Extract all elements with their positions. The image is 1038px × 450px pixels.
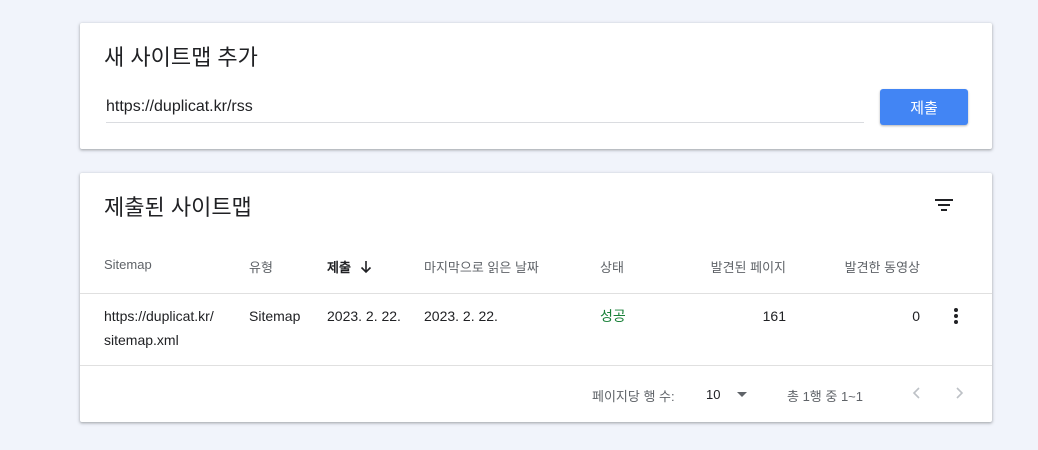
sitemap-url-field (106, 94, 864, 123)
sitemap-url-line2: sitemap.xml (104, 332, 179, 348)
column-header-type[interactable]: 유형 (249, 257, 273, 276)
status-cell: 성공 (600, 308, 626, 324)
column-header-videos[interactable]: 발견한 동영상 (810, 257, 920, 276)
submitted-sitemaps-title: 제출된 사이트맵 (104, 195, 252, 220)
arrow-down-icon (359, 260, 373, 274)
rows-per-page-value: 10 (706, 386, 721, 402)
more-vert-icon[interactable] (946, 304, 966, 328)
column-header-pages[interactable]: 발견된 페이지 (676, 257, 786, 276)
pagination-range: 총 1행 중 1~1 (787, 389, 863, 404)
column-header-submitted[interactable]: 제출 (327, 257, 373, 276)
column-header-label: 발견된 페이지 (710, 260, 786, 275)
column-header-label: Sitemap (104, 257, 152, 272)
header-divider (80, 293, 992, 294)
type-cell: Sitemap (249, 308, 301, 324)
dropdown-caret-icon (736, 387, 748, 402)
column-header-sitemap[interactable]: Sitemap (104, 257, 152, 272)
column-header-label: 제출 (327, 260, 351, 275)
submit-button[interactable]: 제출 (880, 89, 968, 125)
submitted-date-cell: 2023. 2. 22. (327, 308, 401, 324)
add-sitemap-card: 새 사이트맵 추가 제출 (80, 23, 992, 149)
submitted-sitemaps-card: 제출된 사이트맵 Sitemap 유형 제출 마지막으로 읽은 날짜 상태 발견… (80, 173, 992, 422)
row-divider (80, 365, 992, 366)
sitemap-url-line1: https://duplicat.kr/ (104, 308, 214, 324)
chevron-right-icon[interactable] (948, 381, 972, 405)
sitemap-url-input[interactable] (106, 94, 864, 120)
filter-icon[interactable] (932, 193, 956, 217)
column-header-last-read[interactable]: 마지막으로 읽은 날짜 (424, 257, 539, 276)
last-read-cell: 2023. 2. 22. (424, 308, 498, 324)
add-sitemap-title: 새 사이트맵 추가 (104, 45, 258, 70)
column-header-label: 마지막으로 읽은 날짜 (424, 260, 539, 275)
column-header-label: 발견한 동영상 (844, 260, 920, 275)
column-header-label: 유형 (249, 260, 273, 275)
sitemap-url-cell[interactable]: https://duplicat.kr/ sitemap.xml (104, 304, 229, 352)
pages-cell: 161 (762, 308, 786, 324)
chevron-left-icon[interactable] (904, 381, 928, 405)
column-header-status[interactable]: 상태 (600, 257, 624, 276)
column-header-label: 상태 (600, 260, 624, 275)
rows-per-page-select[interactable]: 10 (706, 384, 752, 404)
videos-cell: 0 (912, 308, 920, 324)
rows-per-page-label: 페이지당 행 수: (592, 389, 675, 404)
